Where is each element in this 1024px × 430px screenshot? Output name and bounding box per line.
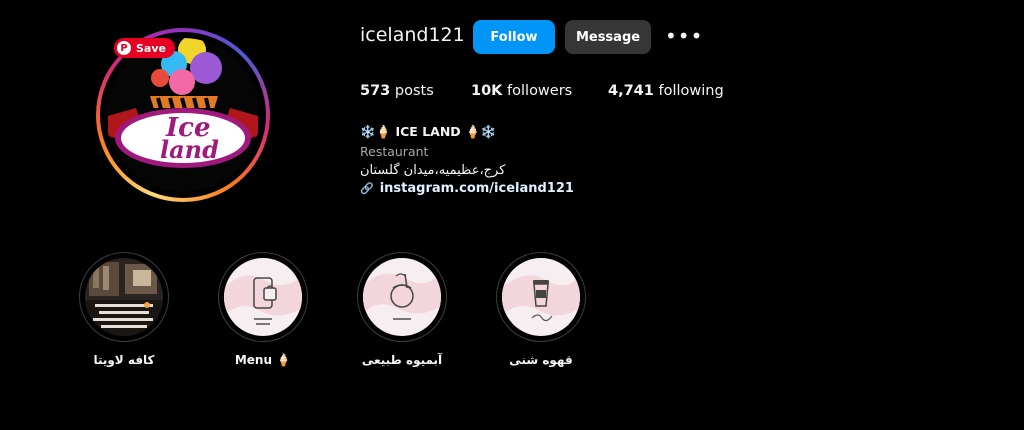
highlight-sand-coffee[interactable]: قهوه شنی	[495, 252, 587, 367]
followers-count: 10K	[471, 83, 503, 99]
stat-posts: 573 posts	[360, 83, 434, 99]
highlight-label: Menu 🍦	[234, 353, 292, 367]
pinterest-icon: P	[117, 41, 131, 55]
coffee-cup-icon	[502, 258, 580, 336]
highlight-ring[interactable]	[496, 252, 586, 342]
followers-label: followers	[507, 83, 573, 99]
iceland-logo: Ice land	[106, 38, 260, 192]
message-button[interactable]: Message	[565, 20, 651, 54]
highlight-menu[interactable]: Menu 🍦	[217, 252, 309, 367]
highlight-label: آبمیوه طبیعی	[361, 353, 443, 367]
highlight-ring[interactable]	[218, 252, 308, 342]
profile-bio-location: کرج،عظیمیه،میدان گلستان	[360, 163, 506, 178]
highlight-ring[interactable]	[79, 252, 169, 342]
profile-username: iceland121	[360, 24, 465, 46]
follow-button[interactable]: Follow	[473, 20, 555, 54]
highlight-ring[interactable]	[357, 252, 447, 342]
link-icon: 🔗	[360, 182, 374, 195]
avatar-logo-text-bottom: land	[160, 135, 219, 164]
highlight-label: قهوه شنی	[509, 353, 573, 367]
more-options-icon[interactable]: •••	[665, 24, 703, 48]
following-count: 4,741	[608, 83, 654, 99]
coconut-drink-icon	[363, 258, 441, 336]
posts-count: 573	[360, 83, 391, 99]
cafe-photo-icon	[85, 258, 163, 336]
posts-label: posts	[394, 83, 434, 99]
profile-category: Restaurant	[360, 144, 429, 159]
stat-followers[interactable]: 10K followers	[471, 83, 572, 99]
profile-external-link[interactable]: 🔗 instagram.com/iceland121	[360, 181, 574, 196]
following-label: following	[658, 83, 724, 99]
save-label: Save	[136, 41, 166, 55]
phone-bag-icon	[224, 258, 302, 336]
pinterest-save-button[interactable]: P Save	[114, 38, 175, 58]
highlight-natural-juice[interactable]: آبمیوه طبیعی	[356, 252, 448, 367]
avatar: Ice land	[106, 38, 260, 192]
highlight-cafe-lavita[interactable]: کافه لاویتا	[78, 252, 170, 367]
stat-following[interactable]: 4,741 following	[608, 83, 724, 99]
profile-full-name: ❄️🍦 ICE LAND 🍦❄️	[360, 124, 497, 139]
profile-link-text[interactable]: instagram.com/iceland121	[380, 181, 574, 196]
highlight-label: کافه لاویتا	[93, 353, 155, 367]
